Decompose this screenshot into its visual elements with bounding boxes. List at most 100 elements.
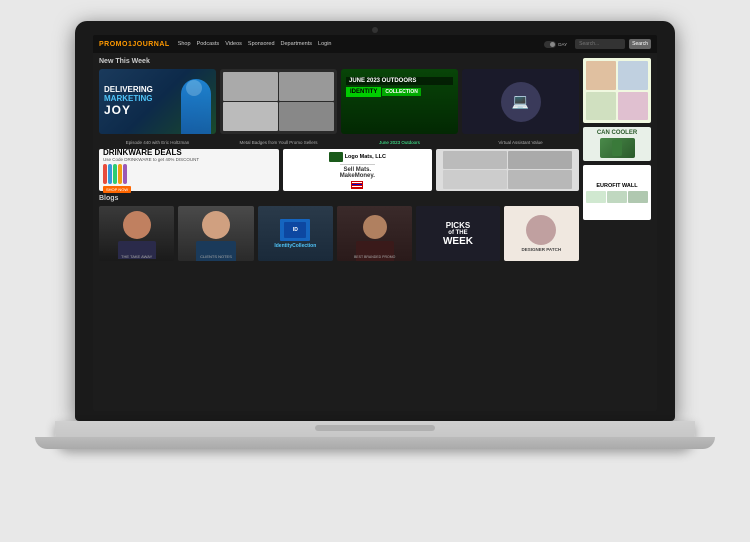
ad-eurofit-wall[interactable]: EUROFIT WALL <box>583 165 651 220</box>
blog-takeaway[interactable]: THE TAKE AWAY <box>99 206 174 261</box>
bar-blue <box>108 164 112 184</box>
bar-red <box>103 164 107 184</box>
search-input[interactable] <box>575 39 625 49</box>
toggle-label: DAY <box>558 42 567 47</box>
blog-2-label-wrap: CLIENTS NOTES <box>178 254 253 259</box>
ad-item-4 <box>508 170 572 188</box>
blog-best-branded[interactable]: BEST BRANDED PROMO <box>337 206 412 261</box>
drinkware-shop-btn[interactable]: SHOP NOW <box>103 186 131 193</box>
nav-links: Shop Podcasts Videos Sponsored Departmen… <box>178 41 537 47</box>
ad-logo-mats[interactable]: Logo Mats, LLC Sell Mats. MakeMoney. <box>283 149 432 191</box>
ad-can-cooler[interactable]: CAN COOLER <box>583 127 651 161</box>
book-icon: ID <box>280 219 310 241</box>
ad-banner-2[interactable] <box>436 149 579 191</box>
ad-grid <box>443 151 572 189</box>
flag-icon <box>351 181 363 189</box>
identity-label: IdentityCollection <box>274 243 316 249</box>
va-content: 💻 <box>462 69 579 134</box>
blog-designer-patch[interactable]: DESIGNER PATCH <box>504 206 579 261</box>
metal-item-1 <box>223 72 278 101</box>
ad-drinkware[interactable]: DRINKWARE DEALS Use Code DRINKWARE to ge… <box>99 149 279 191</box>
ad-item-3 <box>443 170 507 188</box>
book-label: ID <box>293 227 298 233</box>
ad-banner-row: DRINKWARE DEALS Use Code DRINKWARE to ge… <box>99 149 579 191</box>
metal-item-3 <box>223 102 278 131</box>
bar-purple <box>123 164 127 184</box>
blog-4-avatar <box>363 215 387 239</box>
identity-book: ID IdentityCollection <box>258 206 333 261</box>
section-blogs: Blogs <box>99 195 579 202</box>
caption-1: Episode 440 with Eric Holtzman <box>99 140 216 145</box>
product-1 <box>586 61 616 90</box>
blog-1-avatar <box>123 211 151 239</box>
can-icon <box>612 140 622 156</box>
blog-1-label: THE TAKE AWAY <box>99 254 174 259</box>
blogs-section: Blogs THE TAKE AWAY <box>99 195 579 261</box>
blog-1-label-wrap: THE TAKE AWAY <box>99 254 174 259</box>
blog-4-label-wrap: BEST BRANDED PROMO <box>337 255 412 259</box>
can-cooler-image <box>600 138 635 158</box>
captions-row: Episode 440 with Eric Holtzman Metal Bad… <box>99 138 579 145</box>
main-content: New This Week DELIVERING MARKETING JOY <box>93 53 657 266</box>
nav-sponsored[interactable]: Sponsored <box>248 41 275 47</box>
logo-mats-title: Logo Mats, LLC <box>345 154 386 160</box>
picks-text: PICKS of THE WEEK <box>443 221 473 247</box>
eurofit-item-3 <box>628 191 648 203</box>
search-button[interactable]: Search <box>629 39 651 49</box>
designer-label: DESIGNER PATCH <box>522 247 562 252</box>
can-cooler-title: CAN COOLER <box>597 130 637 136</box>
metal-item-2 <box>279 72 334 101</box>
eurofit-grid <box>586 191 648 203</box>
picks-overlay: PICKS of THE WEEK <box>416 206 499 261</box>
laptop-frame: PROMO1JOURNAL Shop Podcasts Videos Spons… <box>35 21 715 521</box>
product-3 <box>586 92 616 121</box>
product-4 <box>618 92 648 121</box>
ad-item-2 <box>508 151 572 169</box>
caption-4: Virtual Assistant Value <box>462 140 579 145</box>
logo-mats-flags <box>351 181 363 189</box>
screen-content: PROMO1JOURNAL Shop Podcasts Videos Spons… <box>93 35 657 411</box>
blog-picks-week[interactable]: PICKS of THE WEEK <box>416 206 499 261</box>
metal-grid <box>220 69 337 134</box>
blog-client-notes[interactable]: CLIENTS NOTES <box>178 206 253 261</box>
product-2 <box>618 61 648 90</box>
nav-toggle: DAY <box>544 41 567 48</box>
va-icon: 💻 <box>512 93 529 110</box>
ad-product-grid[interactable] <box>583 58 651 123</box>
person-body <box>181 79 211 134</box>
blog-4-content <box>337 206 412 261</box>
blog-1-content <box>99 206 174 261</box>
drinkware-title: DRINKWARE DEALS <box>103 148 275 157</box>
nav-shop[interactable]: Shop <box>178 41 191 47</box>
site-logo: PROMO1JOURNAL <box>99 41 170 48</box>
ad-item-1 <box>443 151 507 169</box>
caption-2: Metal Badges from Youll Promo Sellers <box>220 140 337 145</box>
card-virtual-assistant[interactable]: 💻 <box>462 69 579 134</box>
section-new-this-week: New This Week <box>99 58 579 65</box>
nav-login[interactable]: Login <box>318 41 331 47</box>
blog-4-label: BEST BRANDED PROMO <box>337 255 412 259</box>
logo-suffix: JOURNAL <box>132 41 169 48</box>
nav-departments[interactable]: Departments <box>281 41 313 47</box>
nav-videos[interactable]: Videos <box>225 41 242 47</box>
color-bars <box>103 164 275 184</box>
book-cover: ID <box>284 222 306 238</box>
logo-text: PROMO <box>99 41 128 48</box>
toggle-switch[interactable] <box>544 41 556 48</box>
bar-green <box>113 164 117 184</box>
card-june-outdoors[interactable]: JUNE 2023 OUTDOORS IDENTITY COLLECTION <box>341 69 458 134</box>
card-delivering-joy[interactable]: DELIVERING MARKETING JOY <box>99 69 216 134</box>
card-metal-badges[interactable] <box>220 69 337 134</box>
designer-patch-content: DESIGNER PATCH <box>504 206 579 261</box>
blog-identity-collection[interactable]: ID IdentityCollection <box>258 206 333 261</box>
va-avatar: 💻 <box>501 82 541 122</box>
keyboard-base <box>55 421 695 449</box>
nav-podcasts[interactable]: Podcasts <box>197 41 220 47</box>
side-ads: CAN COOLER EUROFIT WALL <box>583 58 651 261</box>
metal-item-4 <box>279 102 334 131</box>
screen-bezel: PROMO1JOURNAL Shop Podcasts Videos Spons… <box>75 21 675 421</box>
caption-3: June 2023 Outdoors <box>341 140 458 145</box>
blog-row: THE TAKE AWAY <box>99 206 579 261</box>
eurofit-title: EUROFIT WALL <box>596 183 637 189</box>
product-grid <box>586 61 648 120</box>
